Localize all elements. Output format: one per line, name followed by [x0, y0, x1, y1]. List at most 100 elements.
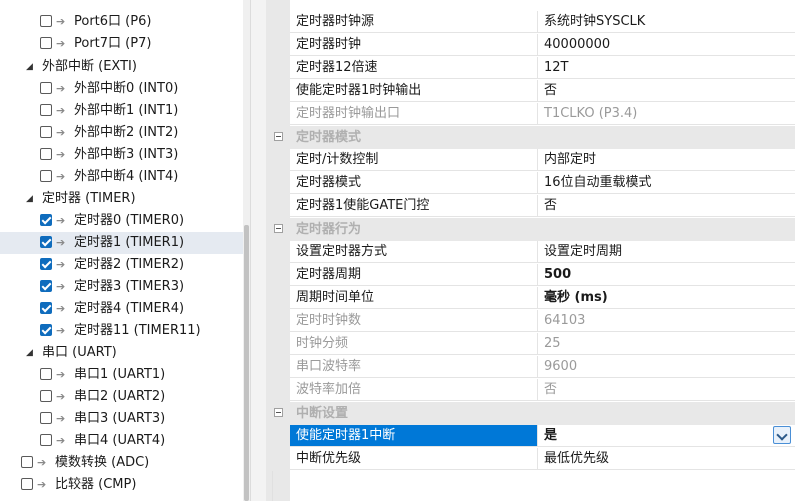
- arrow-right-icon: ➔: [56, 15, 66, 28]
- tree-item-label: 定时器0 (TIMER0): [74, 213, 185, 228]
- checkbox[interactable]: [40, 258, 52, 270]
- collapse-icon[interactable]: [274, 132, 283, 141]
- prop-value[interactable]: 否: [538, 195, 795, 217]
- arrow-right-icon: ➔: [56, 82, 66, 95]
- prop-name: 定时时钟数: [290, 310, 538, 332]
- tree-item-timer1[interactable]: ➔ 定时器1 (TIMER1): [0, 232, 243, 254]
- prop-value: 64103: [538, 310, 795, 332]
- arrow-right-icon: ➔: [56, 236, 66, 249]
- prop-row[interactable]: 设置定时器方式 设置定时周期: [290, 241, 795, 264]
- checkbox[interactable]: [40, 214, 52, 226]
- checkbox[interactable]: [21, 478, 33, 490]
- arrow-right-icon: ➔: [56, 258, 66, 271]
- checkbox[interactable]: [40, 390, 52, 402]
- checkbox[interactable]: [40, 104, 52, 116]
- tree-item-label: 外部中断0 (INT0): [74, 81, 179, 96]
- prop-value[interactable]: 500: [538, 264, 795, 286]
- prop-value[interactable]: 内部定时: [538, 149, 795, 171]
- arrow-right-icon: ➔: [37, 456, 47, 469]
- pane-splitter[interactable]: [250, 0, 267, 501]
- checkbox[interactable]: [40, 170, 52, 182]
- prop-row-disabled: 时钟分频 25: [290, 333, 795, 356]
- prop-row-selected[interactable]: 使能定时器1中断 是: [290, 425, 795, 448]
- checkbox[interactable]: [40, 37, 52, 49]
- tree-scrollbar[interactable]: [243, 0, 250, 501]
- checkbox[interactable]: [40, 302, 52, 314]
- prop-value[interactable]: 16位自动重载模式: [538, 172, 795, 194]
- tree-item-label: 外部中断1 (INT1): [74, 103, 179, 118]
- prop-value: 25: [538, 333, 795, 355]
- arrow-right-icon: ➔: [56, 170, 66, 183]
- arrow-right-icon: ➔: [56, 214, 66, 227]
- expand-down-icon[interactable]: ◢: [26, 188, 36, 210]
- category-label: 定时器行为: [296, 222, 362, 237]
- collapse-icon[interactable]: [274, 408, 283, 417]
- prop-value[interactable]: 设置定时周期: [538, 241, 795, 263]
- prop-row[interactable]: 定时器12倍速 12T: [290, 57, 795, 80]
- tree-item-label: Port7口 (P7): [74, 36, 152, 51]
- category-interrupt[interactable]: 中断设置: [266, 402, 795, 425]
- prop-value-dropdown[interactable]: 是: [538, 425, 795, 447]
- arrow-right-icon: ➔: [56, 434, 66, 447]
- prop-row[interactable]: 定时器周期 500: [290, 264, 795, 287]
- prop-row[interactable]: 定时/计数控制 内部定时: [290, 149, 795, 172]
- prop-value[interactable]: 否: [538, 80, 795, 102]
- checkbox[interactable]: [40, 412, 52, 424]
- arrow-right-icon: ➔: [56, 368, 66, 381]
- checkbox[interactable]: [40, 126, 52, 138]
- prop-value[interactable]: 40000000: [538, 34, 795, 56]
- tree-group-label: 定时器 (TIMER): [42, 191, 136, 206]
- tree-scrollbar-thumb[interactable]: [244, 225, 249, 501]
- prop-row-disabled: 定时时钟数 64103: [290, 310, 795, 333]
- checkbox[interactable]: [40, 324, 52, 336]
- arrow-right-icon: ➔: [56, 126, 66, 139]
- checkbox[interactable]: [21, 456, 33, 468]
- prop-row[interactable]: 定时器时钟源 系统时钟SYSCLK: [290, 11, 795, 34]
- collapse-icon[interactable]: [274, 224, 283, 233]
- checkbox[interactable]: [40, 148, 52, 160]
- checkbox[interactable]: [40, 15, 52, 27]
- prop-row[interactable]: 定时器时钟 40000000: [290, 34, 795, 57]
- grid-gutter: [266, 0, 290, 501]
- arrow-right-icon: ➔: [56, 412, 66, 425]
- expand-down-icon[interactable]: ◢: [26, 342, 36, 364]
- arrow-right-icon: ➔: [56, 324, 66, 337]
- prop-row[interactable]: 定时器模式 16位自动重载模式: [290, 172, 795, 195]
- prop-name: 定时器模式: [290, 172, 538, 194]
- dropdown-button[interactable]: [773, 426, 791, 444]
- prop-row[interactable]: 使能定时器1时钟输出 否: [290, 80, 795, 103]
- checkbox[interactable]: [40, 236, 52, 248]
- tree-group-label: 外部中断 (EXTI): [42, 59, 137, 74]
- category-timer-mode[interactable]: 定时器模式: [266, 126, 795, 149]
- prop-name: 定时器时钟源: [290, 11, 538, 33]
- checkbox[interactable]: [40, 280, 52, 292]
- prop-name: 定时器时钟输出口: [290, 103, 538, 125]
- tree-item-label: 比较器 (CMP): [55, 477, 137, 492]
- category-timer-behavior[interactable]: 定时器行为: [266, 218, 795, 241]
- checkbox[interactable]: [40, 368, 52, 380]
- prop-value[interactable]: 12T: [538, 57, 795, 79]
- prop-row[interactable]: 中断优先级 最低优先级: [290, 448, 795, 471]
- prop-name: 周期时间单位: [290, 287, 538, 309]
- prop-row-disabled: 串口波特率 9600: [290, 356, 795, 379]
- prop-name: 中断优先级: [290, 448, 538, 470]
- prop-row-disabled: 波特率加倍 否: [290, 379, 795, 402]
- tree-item-label: 定时器3 (TIMER3): [74, 279, 185, 294]
- prop-value[interactable]: 系统时钟SYSCLK: [538, 11, 795, 33]
- peripheral-tree: ➔ Port6口 (P6) ➔ Port7口 (P7) ◢ 外部中断 (EXTI…: [0, 0, 250, 501]
- prop-row[interactable]: 周期时间单位 毫秒 (ms): [290, 287, 795, 310]
- prop-value[interactable]: 最低优先级: [538, 448, 795, 470]
- prop-row[interactable]: 定时器1使能GATE门控 否: [290, 195, 795, 218]
- arrow-right-icon: ➔: [56, 390, 66, 403]
- expand-down-icon[interactable]: ◢: [26, 56, 36, 78]
- arrow-right-icon: ➔: [37, 478, 47, 491]
- checkbox[interactable]: [40, 434, 52, 446]
- prop-value-text: 是: [544, 428, 558, 443]
- prop-name: 定时器1使能GATE门控: [290, 195, 538, 217]
- checkbox[interactable]: [40, 82, 52, 94]
- prop-name: 设置定时器方式: [290, 241, 538, 263]
- prop-value[interactable]: 毫秒 (ms): [538, 287, 795, 309]
- tree-item-label: 外部中断4 (INT4): [74, 169, 179, 184]
- tree-item-label: Port6口 (P6): [74, 14, 152, 29]
- prop-name: 定时/计数控制: [290, 149, 538, 171]
